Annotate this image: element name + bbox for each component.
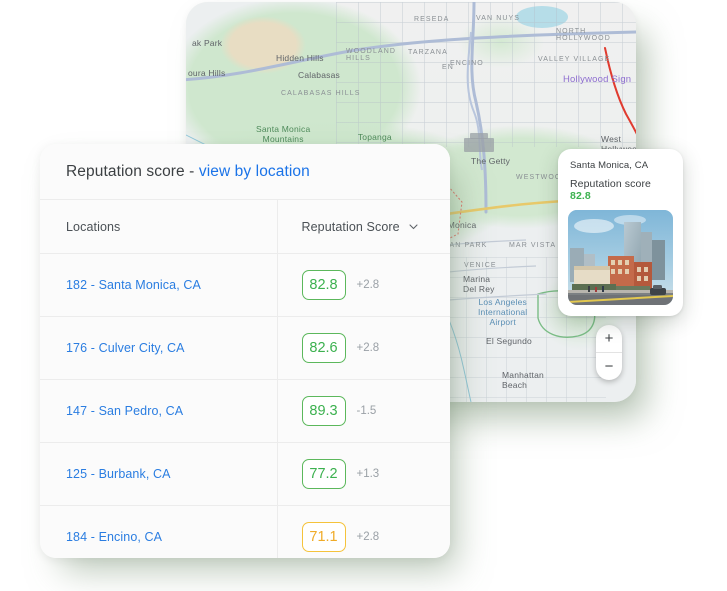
score-cell: 89.3 -1.5 [276, 379, 451, 443]
popup-score-label: Reputation score [570, 178, 651, 190]
score-delta: +2.8 [356, 342, 380, 354]
chevron-down-icon[interactable] [409, 219, 418, 233]
location-link[interactable]: 182 - Santa Monica, CA [66, 278, 201, 292]
score-delta: -1.5 [356, 405, 377, 417]
score-badge: 89.3 [301, 396, 346, 426]
reputation-score-card: Reputation score - view by location Loca… [40, 144, 450, 558]
column-header-score-label: Reputation Score [301, 220, 400, 234]
score-wrapper: 89.3 -1.5 [301, 396, 451, 426]
location-cell: 147 - San Pedro, CA [40, 379, 277, 443]
score-wrapper: 77.2 +1.3 [301, 459, 451, 489]
location-cell: 182 - Santa Monica, CA [40, 253, 277, 317]
reputation-table: Locations Reputation Score 182 - Santa M… [40, 200, 450, 558]
page-title: Reputation score - view by location [66, 163, 310, 181]
table-row: 184 - Encino, CA 71.1 +2.8 [40, 505, 451, 558]
column-header-locations[interactable]: Locations [40, 200, 277, 254]
location-cell: 184 - Encino, CA [40, 505, 277, 558]
map-location-popup[interactable]: Santa Monica, CA Reputation score 82.8 [558, 149, 683, 316]
popup-location-name: Santa Monica, CA [570, 160, 649, 171]
table-row: 182 - Santa Monica, CA 82.8 +2.8 [40, 253, 451, 317]
score-badge: 71.1 [301, 522, 346, 552]
location-cell: 125 - Burbank, CA [40, 442, 277, 506]
view-by-location-link[interactable]: view by location [199, 163, 310, 180]
popup-score-value: 82.8 [570, 190, 591, 202]
table-row: 147 - San Pedro, CA 89.3 -1.5 [40, 379, 451, 443]
column-header-reputation-score[interactable]: Reputation Score [276, 200, 450, 254]
score-delta: +2.8 [356, 279, 380, 291]
popup-location-photo [568, 210, 673, 305]
location-link[interactable]: 184 - Encino, CA [66, 530, 162, 544]
location-link[interactable]: 147 - San Pedro, CA [66, 404, 183, 418]
popup-score-row: Reputation score 82.8 [570, 178, 673, 202]
score-badge: 82.6 [301, 333, 346, 363]
score-delta: +1.3 [356, 468, 380, 480]
card-title-text: Reputation score - [66, 162, 199, 180]
score-cell: 71.1 +2.8 [276, 505, 451, 558]
table-header-row: Locations Reputation Score [40, 200, 450, 254]
zoom-in-button[interactable]: + [596, 325, 622, 352]
score-cell: 82.8 +2.8 [276, 253, 451, 317]
table-row: 176 - Culver City, CA 82.6 +2.8 [40, 316, 451, 380]
zoom-out-button[interactable]: − [596, 352, 622, 380]
score-wrapper: 82.6 +2.8 [301, 333, 451, 363]
score-cell: 82.6 +2.8 [276, 316, 451, 380]
screenshot-stage: ak Park oura Hills Hidden Hills Calabasas CA… [0, 0, 727, 591]
score-badge: 82.8 [301, 270, 346, 300]
card-header: Reputation score - view by location [40, 144, 450, 200]
score-badge: 77.2 [301, 459, 346, 489]
map-zoom-controls[interactable]: + − [596, 325, 622, 380]
score-wrapper: 71.1 +2.8 [301, 522, 451, 552]
score-delta: +2.8 [356, 531, 380, 543]
location-link[interactable]: 125 - Burbank, CA [66, 467, 171, 481]
table-body: 182 - Santa Monica, CA 82.8 +2.8 176 - Culv… [40, 253, 451, 558]
location-link[interactable]: 176 - Culver City, CA [66, 341, 185, 355]
city-street-photo [568, 210, 673, 305]
score-cell: 77.2 +1.3 [276, 442, 451, 506]
score-wrapper: 82.8 +2.8 [301, 270, 451, 300]
table-row: 125 - Burbank, CA 77.2 +1.3 [40, 442, 451, 506]
location-cell: 176 - Culver City, CA [40, 316, 277, 380]
